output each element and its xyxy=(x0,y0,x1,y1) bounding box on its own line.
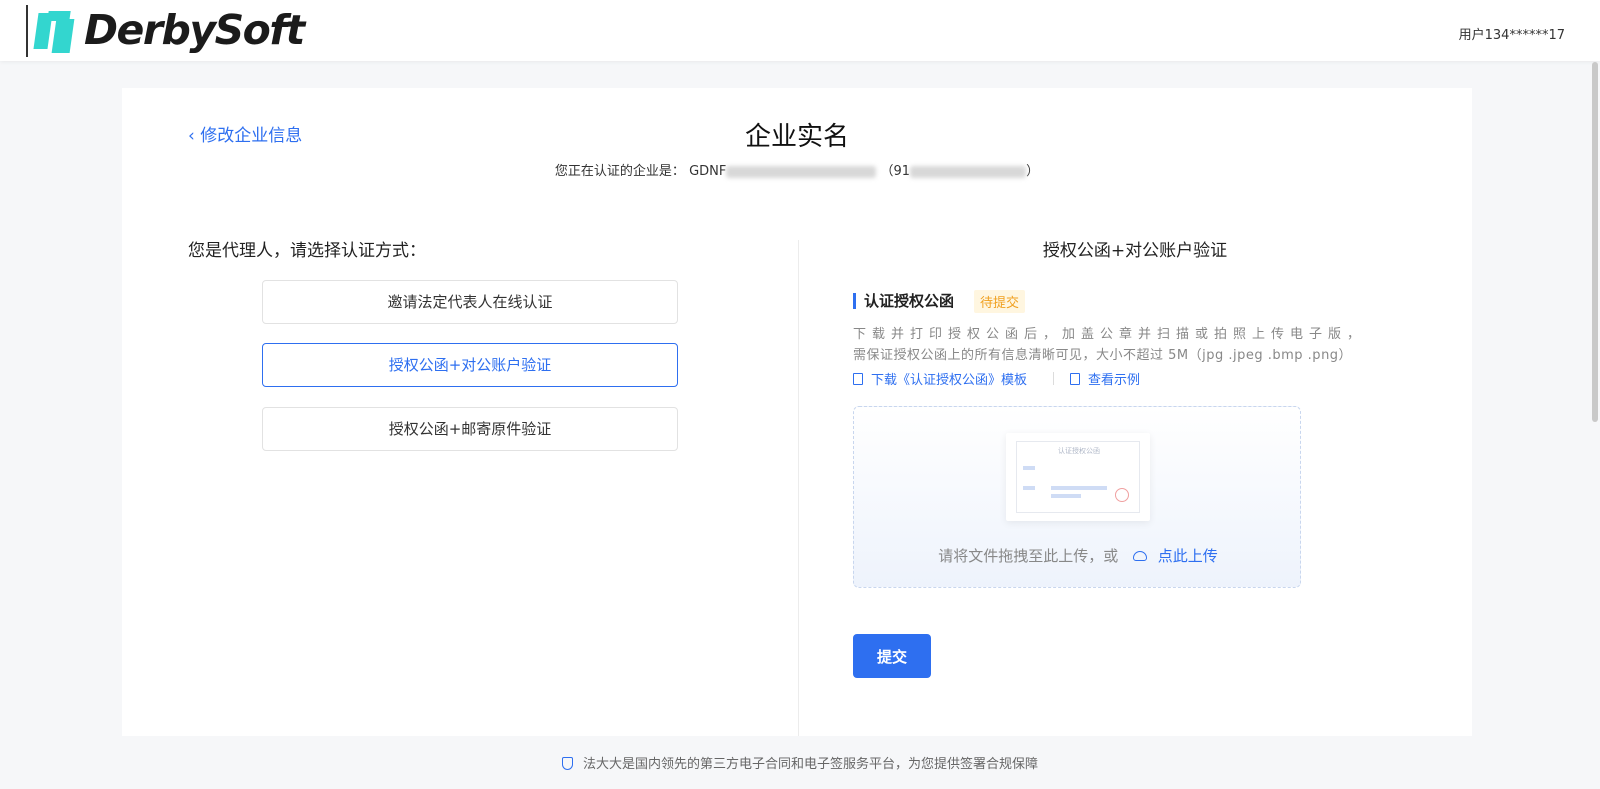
user-account[interactable]: 用户134******17 xyxy=(1459,24,1565,43)
status-badge: 待提交 xyxy=(974,290,1026,313)
view-example-label: 查看示例 xyxy=(1088,373,1141,388)
upload-link[interactable]: 点此上传 xyxy=(1158,547,1218,565)
top-bar: DerbySoft 用户134******17 xyxy=(0,0,1600,61)
paren-close: ） xyxy=(1026,164,1040,179)
column-divider xyxy=(798,240,799,736)
instructions: 下载并打印授权公函后，加盖公章并扫描或拍照上传电子版， 需保证授权公函上的所有信… xyxy=(853,324,1393,366)
credit-code-redacted xyxy=(910,165,1027,178)
footer: 法大大是国内领先的第三方电子合同和电子签服务平台，为您提供签署合规保障 xyxy=(0,753,1600,772)
selected-method-heading: 授权公函+对公账户验证 xyxy=(1042,241,1228,261)
instructions-line-1: 下载并打印授权公函后，加盖公章并扫描或拍照上传电子版， xyxy=(853,327,1367,342)
paren-open: （ xyxy=(880,164,894,179)
upload-dropzone[interactable]: 认证授权公函 请将文件拖拽至此上传，或 点此上传 xyxy=(853,406,1301,588)
scrollbar-thumb[interactable] xyxy=(1592,62,1598,422)
download-template-link[interactable]: 下载《认证授权公函》模板 xyxy=(853,369,1027,388)
footer-text: 法大大是国内领先的第三方电子合同和电子签服务平台，为您提供签署合规保障 xyxy=(582,757,1038,772)
company-name: GDNF xyxy=(689,164,727,179)
logo-mark-left xyxy=(33,13,53,49)
credit-code: 91 xyxy=(893,164,911,179)
preview-line xyxy=(1023,466,1035,470)
letter-preview-title: 认证授权公函 xyxy=(1058,447,1100,455)
example-icon xyxy=(1070,373,1080,385)
company-name-redacted xyxy=(726,165,877,178)
view-example-link[interactable]: 查看示例 xyxy=(1070,369,1140,388)
method-invite-legal-rep[interactable]: 邀请法定代表人在线认证 xyxy=(262,280,678,324)
subtitle-prefix: 您正在认证的企业是： xyxy=(554,164,685,179)
preview-line xyxy=(1023,486,1035,490)
logo-text: DerbySoft xyxy=(84,6,305,54)
instructions-line-2: 需保证授权公函上的所有信息清晰可见，大小不超过 5M（jpg .jpeg .bm… xyxy=(853,348,1353,363)
logo-mark-right xyxy=(51,19,75,53)
logo: DerbySoft xyxy=(26,5,314,57)
method-heading: 您是代理人，请选择认证方式： xyxy=(188,241,426,261)
company-subtitle: 您正在认证的企业是： GDNF （91 ） xyxy=(122,160,1472,179)
letter-preview-frame: 认证授权公函 xyxy=(1016,441,1140,513)
download-template-label: 下载《认证授权公函》模板 xyxy=(871,373,1028,388)
letter-preview-image: 认证授权公函 xyxy=(1006,433,1150,521)
preview-line xyxy=(1051,486,1107,490)
submit-button[interactable]: 提交 xyxy=(853,634,931,678)
preview-line xyxy=(1051,494,1081,498)
drop-hint: 请将文件拖拽至此上传，或 xyxy=(938,547,1119,565)
seal-icon xyxy=(1115,488,1129,502)
logo-divider xyxy=(26,5,28,57)
method-letter-mail-original[interactable]: 授权公函+邮寄原件验证 xyxy=(262,407,678,451)
cloud-upload-icon xyxy=(1133,551,1147,561)
link-separator xyxy=(1053,372,1054,385)
drop-text: 请将文件拖拽至此上传，或 点此上传 xyxy=(854,545,1302,566)
document-icon xyxy=(853,373,863,385)
main-card: ‹ 修改企业信息 企业实名 您正在认证的企业是： GDNF （91） 您是代理人… xyxy=(122,88,1472,736)
shield-icon xyxy=(561,757,573,770)
method-letter-bank-account[interactable]: 授权公函+对公账户验证 xyxy=(262,343,678,387)
page-title: 企业实名 xyxy=(744,122,849,152)
section-title: 认证授权公函 xyxy=(853,293,954,309)
